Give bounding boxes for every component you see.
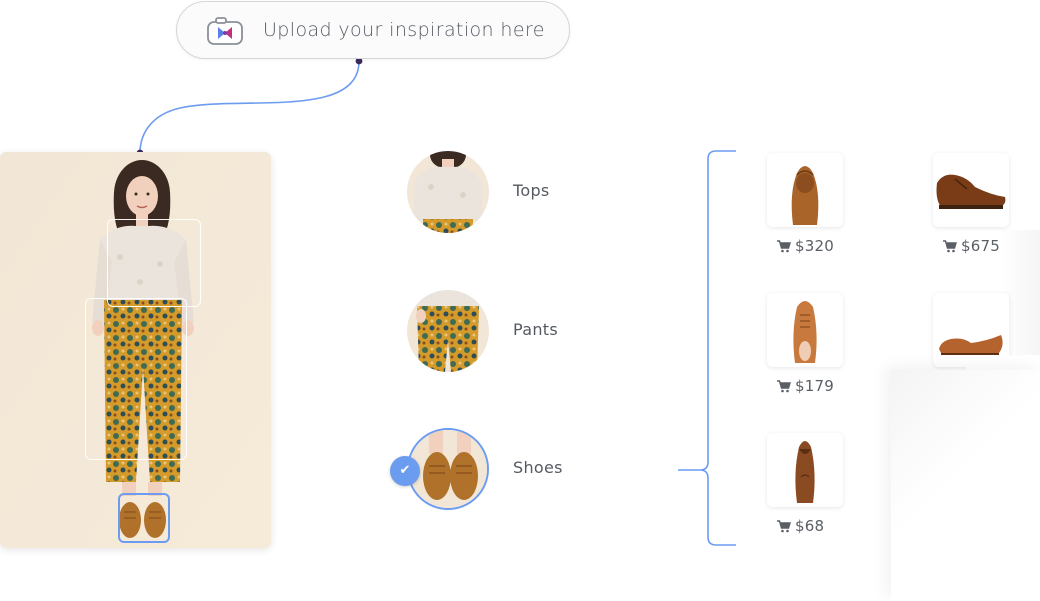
product-image: [767, 433, 843, 507]
price-text: $68: [795, 517, 825, 535]
cart-icon: [777, 379, 791, 392]
category-label-shoes: Shoes: [513, 458, 563, 477]
product-price: $320: [767, 237, 847, 255]
detection-box-tops[interactable]: [107, 219, 201, 307]
category-pants[interactable]: Pants: [407, 290, 657, 374]
product-image: [933, 153, 1009, 227]
overlay-panel: [891, 370, 1040, 601]
cart-icon: [777, 239, 791, 252]
category-shoes[interactable]: ✔ Shoes: [390, 428, 657, 512]
pants-thumbnail: [407, 290, 489, 372]
product-price: $179: [767, 377, 847, 395]
detection-box-shoes[interactable]: [118, 493, 170, 543]
product-card[interactable]: $68: [767, 433, 847, 535]
check-icon: ✔: [390, 456, 420, 486]
product-card[interactable]: $675: [933, 153, 1013, 255]
category-tops[interactable]: Tops: [407, 151, 657, 235]
product-card[interactable]: $320: [767, 153, 847, 255]
cart-icon: [943, 239, 957, 252]
product-image: [767, 293, 843, 367]
product-card[interactable]: $179: [767, 293, 847, 395]
product-price: $675: [933, 237, 1013, 255]
price-text: $179: [795, 377, 834, 395]
tops-thumbnail: [407, 151, 489, 233]
product-price: $68: [767, 517, 847, 535]
cart-icon: [777, 519, 791, 532]
category-label-tops: Tops: [513, 181, 550, 200]
price-text: $675: [961, 237, 1000, 255]
upload-label: Upload your inspiration here: [263, 19, 545, 41]
category-label-pants: Pants: [513, 320, 558, 339]
inspiration-photo: [0, 152, 271, 548]
upload-button[interactable]: Upload your inspiration here: [176, 1, 570, 59]
product-image: [767, 153, 843, 227]
detection-box-pants[interactable]: [85, 298, 187, 460]
camera-icon: [207, 17, 243, 45]
price-text: $320: [795, 237, 834, 255]
